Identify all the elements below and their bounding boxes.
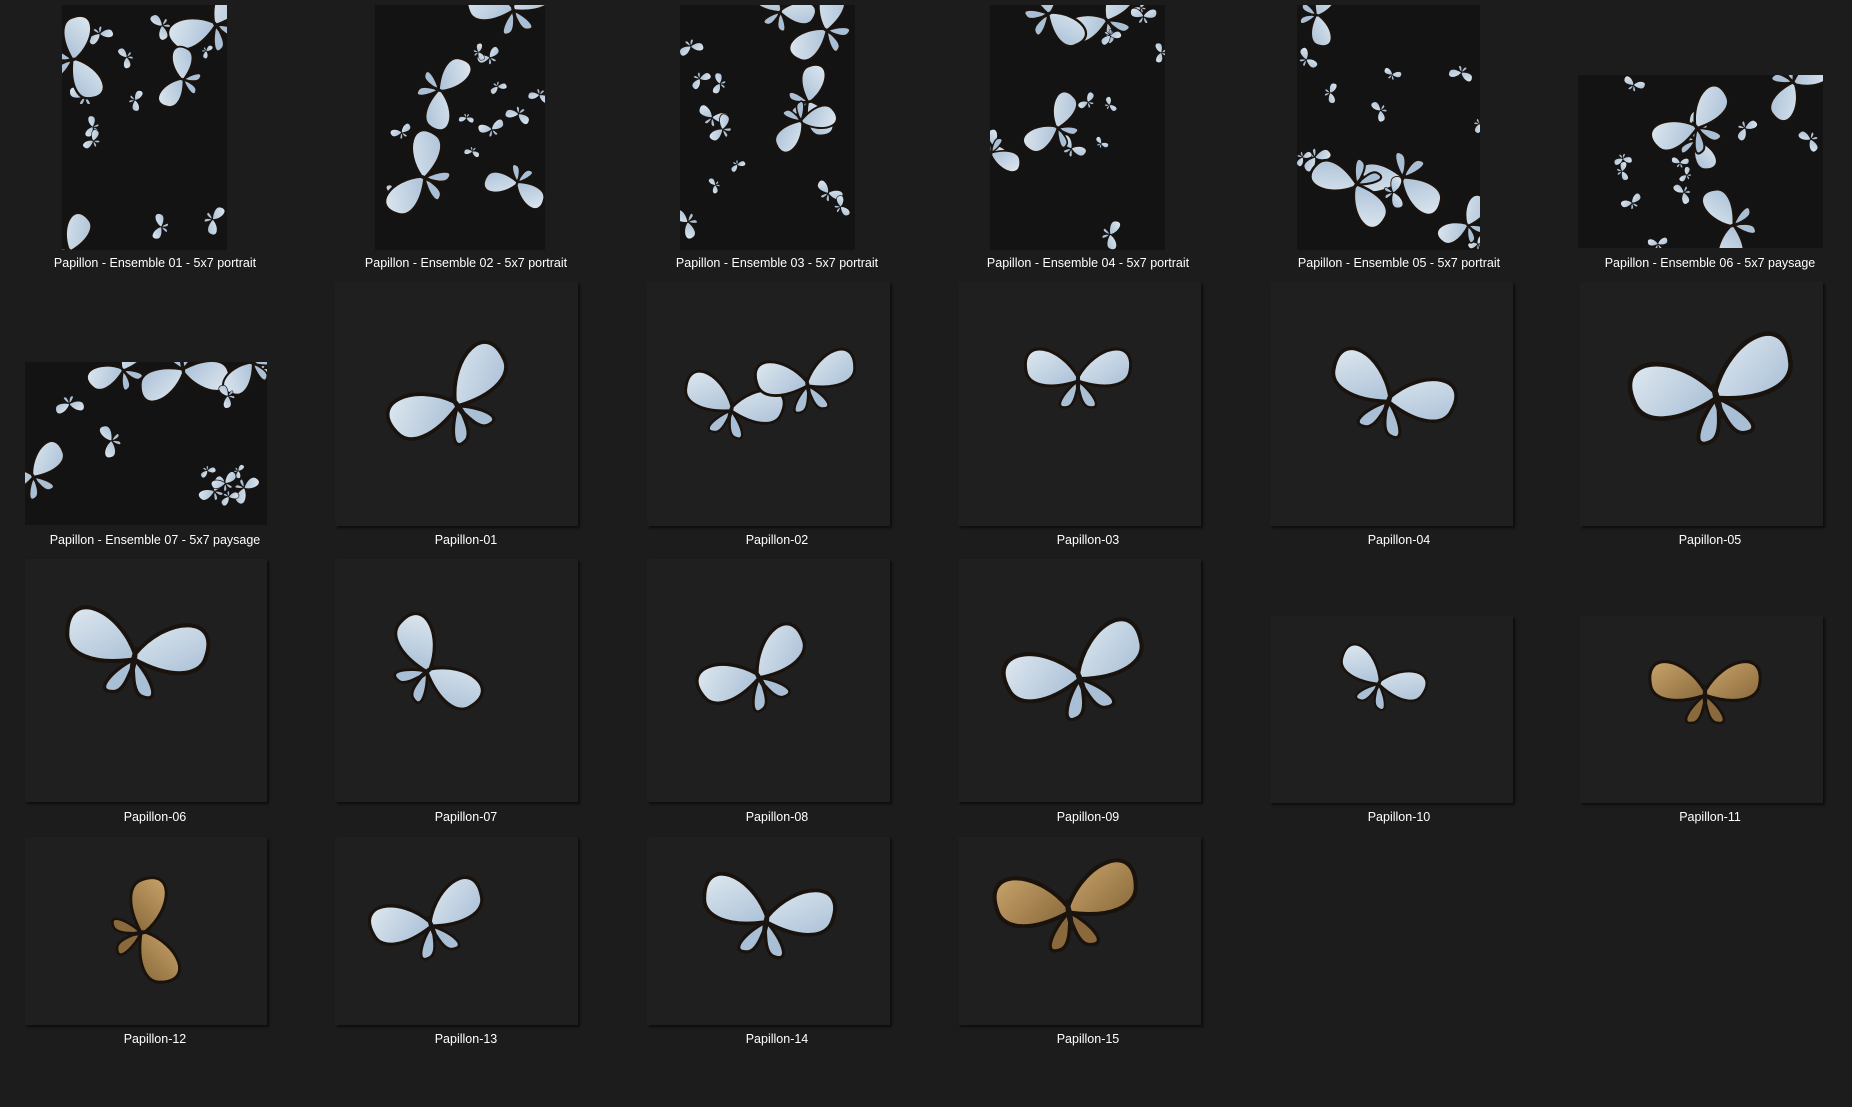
butterfly-set-thumbnail[interactable]: [25, 362, 267, 525]
butterfly-image: [680, 5, 851, 240]
file-item[interactable]: Papillon - Ensemble 03 - 5x7 portrait: [622, 0, 932, 270]
butterfly-image: [385, 340, 508, 446]
file-item[interactable]: Papillon-04: [1244, 277, 1554, 547]
butterfly-image: [695, 622, 807, 713]
file-item[interactable]: Papillon-07: [311, 554, 621, 824]
butterfly-image: [1627, 331, 1793, 446]
butterfly-thumbnail[interactable]: [1580, 282, 1823, 526]
file-item[interactable]: Papillon-08: [622, 554, 932, 824]
butterfly-image: [383, 5, 545, 216]
butterfly-thumbnail[interactable]: [335, 559, 578, 802]
butterfly-thumbnail[interactable]: [1270, 616, 1513, 803]
file-name-label: Papillon-15: [1056, 1032, 1120, 1046]
butterfly-image: [65, 605, 211, 700]
butterfly-thumbnail[interactable]: [25, 837, 267, 1025]
file-name-label: Papillon - Ensemble 01 - 5x7 portrait: [53, 256, 257, 270]
butterfly-thumbnail[interactable]: [335, 282, 578, 526]
file-item[interactable]: Papillon-12: [0, 831, 310, 1101]
file-item[interactable]: Papillon - Ensemble 04 - 5x7 portrait: [933, 0, 1243, 270]
butterfly-image: [393, 612, 484, 711]
file-name-label: Papillon - Ensemble 04 - 5x7 portrait: [986, 256, 1190, 270]
butterfly-image: [1001, 617, 1144, 722]
butterfly-image: [111, 876, 181, 984]
butterfly-image: [25, 362, 267, 507]
file-grid: Papillon - Ensemble 01 - 5x7 portrait Pa…: [0, 0, 1852, 1107]
file-name-label: Papillon - Ensemble 07 - 5x7 paysage: [49, 533, 261, 547]
butterfly-thumbnail[interactable]: [958, 837, 1201, 1025]
butterfly-image: [992, 858, 1138, 953]
butterfly-thumbnail[interactable]: [335, 837, 578, 1025]
file-name-label: Papillon - Ensemble 05 - 5x7 portrait: [1297, 256, 1501, 270]
butterfly-image: [684, 347, 857, 440]
butterfly-thumbnail[interactable]: [647, 559, 890, 802]
file-item[interactable]: Papillon-02: [622, 277, 932, 547]
file-item[interactable]: Papillon - Ensemble 02 - 5x7 portrait: [311, 0, 621, 270]
butterfly-set-thumbnail[interactable]: [62, 5, 227, 250]
file-item[interactable]: Papillon-05: [1555, 277, 1852, 547]
butterfly-image: [702, 871, 837, 960]
butterfly-set-thumbnail[interactable]: [680, 5, 855, 250]
file-item[interactable]: Papillon-09: [933, 554, 1243, 824]
file-name-label: Papillon-09: [1056, 810, 1120, 824]
file-name-label: Papillon - Ensemble 03 - 5x7 portrait: [675, 256, 879, 270]
file-name-label: Papillon - Ensemble 06 - 5x7 paysage: [1604, 256, 1816, 270]
butterfly-thumbnail[interactable]: [1580, 616, 1823, 803]
butterfly-thumbnail[interactable]: [1270, 282, 1513, 526]
file-name-label: Papillon-01: [434, 533, 498, 547]
butterfly-image: [1648, 660, 1762, 725]
file-name-label: Papillon - Ensemble 02 - 5x7 portrait: [364, 256, 568, 270]
butterfly-image: [990, 5, 1165, 250]
file-item[interactable]: Papillon - Ensemble 06 - 5x7 paysage: [1555, 0, 1852, 270]
file-item[interactable]: Papillon-01: [311, 277, 621, 547]
file-name-label: Papillon-04: [1367, 533, 1431, 547]
file-name-label: Papillon-03: [1056, 533, 1120, 547]
file-name-label: Papillon-11: [1679, 810, 1741, 824]
butterfly-image: [1340, 643, 1428, 711]
file-item[interactable]: Papillon-03: [933, 277, 1243, 547]
file-name-label: Papillon-10: [1367, 810, 1431, 824]
butterfly-image: [62, 5, 227, 250]
file-item[interactable]: Papillon - Ensemble 07 - 5x7 paysage: [0, 277, 310, 547]
butterfly-set-thumbnail[interactable]: [990, 5, 1165, 250]
file-name-label: Papillon-14: [745, 1032, 809, 1046]
file-name-label: Papillon-12: [123, 1032, 187, 1046]
butterfly-thumbnail[interactable]: [958, 559, 1201, 802]
butterfly-thumbnail[interactable]: [647, 837, 890, 1025]
butterfly-image: [1297, 5, 1480, 250]
file-item[interactable]: Papillon - Ensemble 05 - 5x7 portrait: [1244, 0, 1554, 270]
butterfly-set-thumbnail[interactable]: [1578, 75, 1823, 248]
butterfly-image: [1331, 346, 1458, 439]
file-item[interactable]: Papillon - Ensemble 01 - 5x7 portrait: [0, 0, 310, 270]
butterfly-thumbnail[interactable]: [25, 559, 267, 802]
butterfly-image: [1613, 75, 1823, 248]
file-name-label: Papillon-07: [434, 810, 498, 824]
butterfly-thumbnail[interactable]: [958, 282, 1201, 526]
file-item[interactable]: Papillon-06: [0, 554, 310, 824]
file-name-label: Papillon-05: [1678, 533, 1742, 547]
file-name-label: Papillon-13: [434, 1032, 498, 1046]
file-name-label: Papillon-02: [745, 533, 809, 547]
butterfly-image: [367, 875, 484, 961]
file-item[interactable]: Papillon-14: [622, 831, 932, 1101]
butterfly-set-thumbnail[interactable]: [375, 5, 545, 250]
file-item[interactable]: Papillon-13: [311, 831, 621, 1101]
file-item[interactable]: Papillon-11: [1555, 554, 1852, 824]
butterfly-image: [1023, 347, 1133, 409]
file-name-label: Papillon-06: [123, 810, 187, 824]
file-name-label: Papillon-08: [745, 810, 809, 824]
butterfly-set-thumbnail[interactable]: [1297, 5, 1480, 250]
file-item[interactable]: Papillon-15: [933, 831, 1243, 1101]
butterfly-thumbnail[interactable]: [647, 282, 890, 526]
file-item[interactable]: Papillon-10: [1244, 554, 1554, 824]
